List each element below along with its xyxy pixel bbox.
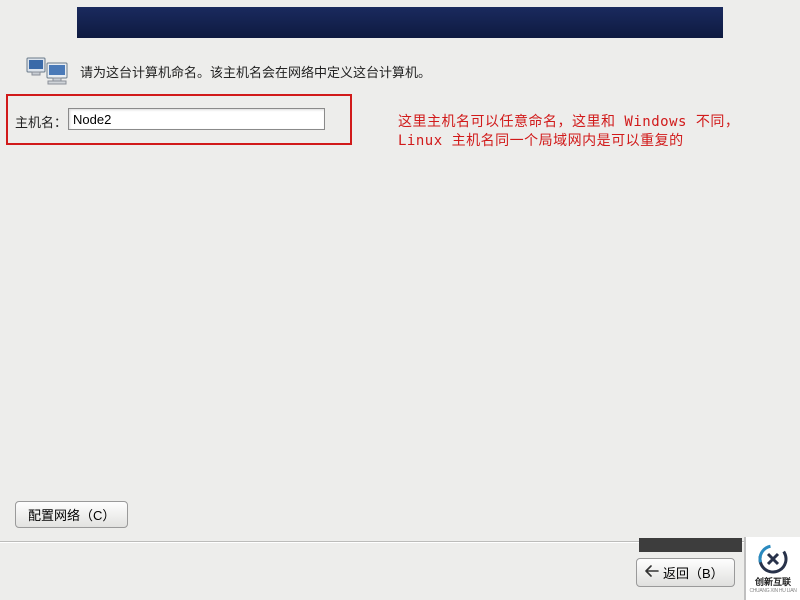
arrow-left-icon — [645, 565, 659, 580]
next-button-shadow — [639, 538, 742, 552]
hostname-label: 主机名： — [15, 112, 67, 131]
instruction-row: 请为这台计算机命名。该主机名会在网络中定义这台计算机。 — [26, 55, 431, 87]
logo-sub-text: CHUANG XIN HU LIAN — [749, 588, 796, 594]
instruction-text: 请为这台计算机命名。该主机名会在网络中定义这台计算机。 — [80, 62, 431, 81]
logo-mark-icon — [758, 544, 788, 574]
back-button-label: 返回（B） — [663, 563, 724, 582]
brand-logo: 创新互联 CHUANG XIN HU LIAN — [744, 537, 800, 600]
computer-network-icon — [26, 55, 70, 87]
back-button[interactable]: 返回（B） — [636, 558, 735, 587]
logo-brand-text: 创新互联 — [755, 575, 791, 588]
hostname-input[interactable] — [68, 108, 325, 130]
header-band — [77, 7, 723, 38]
configure-network-button[interactable]: 配置网络（C） — [15, 501, 128, 528]
annotation-text: 这里主机名可以任意命名，这里和 Windows 不同，Linux 主机名同一个局… — [398, 113, 778, 151]
